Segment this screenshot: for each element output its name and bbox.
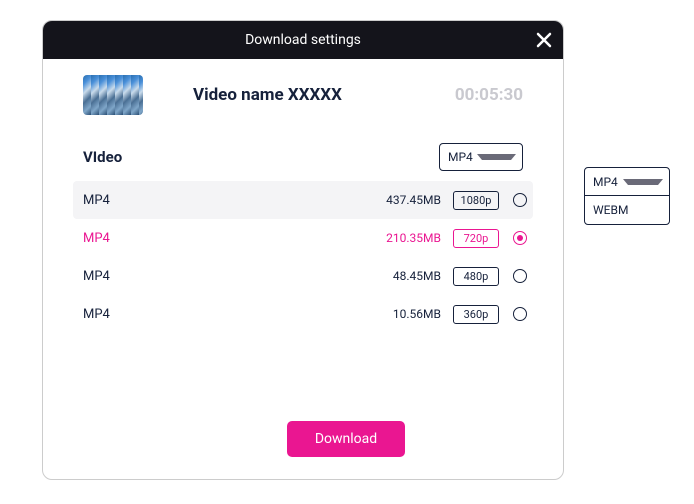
row-radio[interactable] [513, 269, 527, 283]
quality-row[interactable]: MP410.56MB360p [73, 295, 533, 333]
row-format: MP4 [83, 307, 163, 322]
row-size: 210.35MB [163, 231, 453, 245]
format-dropdown-option[interactable]: WEBM [585, 196, 669, 224]
video-title: Video name XXXXX [193, 85, 455, 105]
row-size: 48.45MB [163, 269, 453, 283]
row-format: MP4 [83, 269, 163, 284]
video-duration: 00:05:30 [455, 85, 523, 105]
modal-header: Download settings [43, 21, 563, 59]
close-icon[interactable] [535, 31, 553, 49]
video-thumbnail [83, 75, 143, 115]
row-resolution-badge: 480p [453, 267, 499, 286]
download-button[interactable]: Download [287, 421, 405, 457]
chevron-down-icon [477, 154, 516, 160]
row-size: 10.56MB [163, 307, 453, 321]
download-settings-modal: Download settings Video name XXXXX 00:05… [42, 20, 564, 480]
section-head: VIdeo MP4 [83, 143, 523, 171]
modal-title: Download settings [245, 32, 361, 48]
format-dropdown-selected[interactable]: MP4 [585, 168, 669, 196]
section-label: VIdeo [83, 148, 439, 166]
format-dropdown-value: MP4 [593, 175, 623, 189]
row-radio[interactable] [513, 193, 527, 207]
format-dropdown-open: MP4 WEBM [584, 167, 670, 225]
quality-row[interactable]: MP4437.45MB1080p [73, 181, 533, 219]
row-format: MP4 [83, 231, 163, 246]
video-info: Video name XXXXX 00:05:30 [43, 59, 563, 115]
video-section: VIdeo MP4 MP4437.45MB1080pMP4210.35MB720… [43, 115, 563, 333]
chevron-down-icon [623, 179, 663, 185]
row-resolution-badge: 360p [453, 305, 499, 324]
row-size: 437.45MB [163, 193, 453, 207]
row-resolution-badge: 720p [453, 229, 499, 248]
row-format: MP4 [83, 193, 163, 208]
quality-row[interactable]: MP4210.35MB720p [73, 219, 533, 257]
row-radio[interactable] [513, 231, 527, 245]
row-resolution-badge: 1080p [453, 191, 499, 210]
quality-row[interactable]: MP448.45MB480p [73, 257, 533, 295]
format-select-value: MP4 [448, 150, 477, 164]
row-radio[interactable] [513, 307, 527, 321]
format-select[interactable]: MP4 [439, 143, 523, 171]
